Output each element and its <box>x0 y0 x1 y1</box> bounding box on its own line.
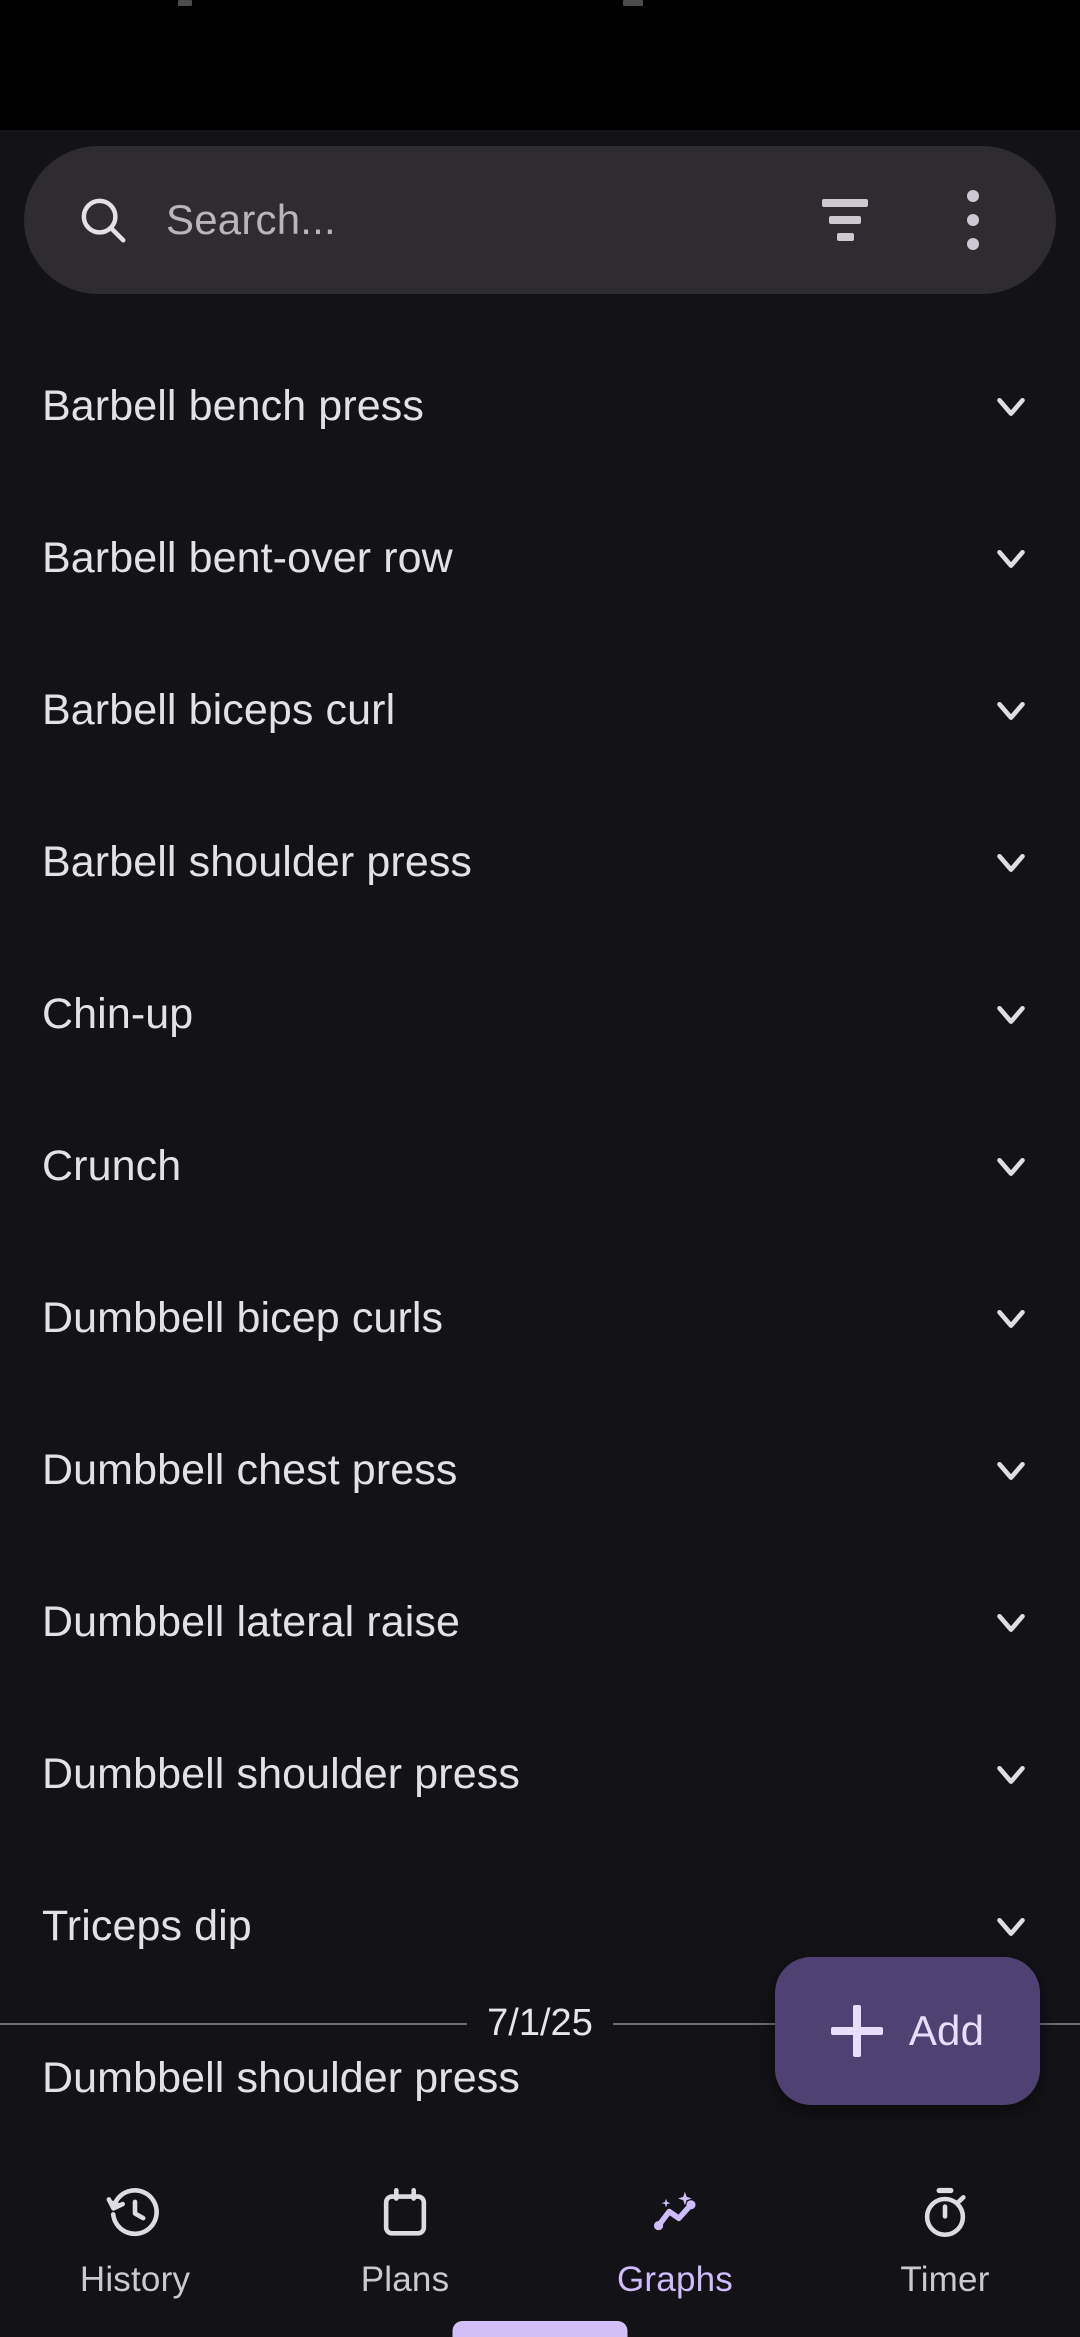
chevron-down-icon[interactable] <box>982 1137 1040 1195</box>
app-root: Search... Barbell bench press Barbell be… <box>0 0 1080 2337</box>
exercise-name: Barbell bench press <box>42 381 424 430</box>
chevron-down-icon[interactable] <box>982 1289 1040 1347</box>
calendar-icon <box>376 2184 434 2242</box>
add-button[interactable]: Add <box>775 1957 1040 2105</box>
chevron-down-icon[interactable] <box>982 985 1040 1043</box>
exercise-name: Dumbbell lateral raise <box>42 1597 461 1646</box>
exercise-list: Barbell bench press Barbell bent-over ro… <box>0 330 1080 2200</box>
list-item[interactable]: Dumbbell shoulder press <box>0 1698 1080 1850</box>
nav-item-history[interactable]: History <box>0 2184 270 2300</box>
nav-item-graphs[interactable]: Graphs <box>540 2184 810 2300</box>
stopwatch-icon <box>916 2184 974 2242</box>
exercise-name: Barbell biceps curl <box>42 685 396 734</box>
exercise-name: Barbell bent-over row <box>42 533 453 582</box>
exercise-name: Dumbbell chest press <box>42 1445 458 1494</box>
search-input[interactable]: Search... <box>166 196 810 244</box>
chevron-down-icon[interactable] <box>982 377 1040 435</box>
list-item[interactable]: Barbell bent-over row <box>0 482 1080 634</box>
chevron-down-icon[interactable] <box>982 529 1040 587</box>
list-item[interactable]: Barbell shoulder press <box>0 786 1080 938</box>
filter-icon[interactable] <box>810 185 880 255</box>
list-item[interactable]: Barbell bench press <box>0 330 1080 482</box>
nav-item-timer[interactable]: Timer <box>810 2184 1080 2300</box>
status-bar-artifact <box>178 0 192 6</box>
home-indicator <box>452 2321 628 2337</box>
exercise-name: Triceps dip <box>42 1901 252 1950</box>
chevron-down-icon[interactable] <box>982 1441 1040 1499</box>
chevron-down-icon[interactable] <box>982 1593 1040 1651</box>
chevron-down-icon[interactable] <box>982 681 1040 739</box>
exercise-name: Chin-up <box>42 989 194 1038</box>
exercise-name: Dumbbell shoulder press <box>42 1749 520 1798</box>
line-chart-sparkle-icon <box>646 2184 704 2242</box>
list-item[interactable]: Dumbbell lateral raise <box>0 1546 1080 1698</box>
bottom-navigation: History Plans Graphs Timer <box>0 2162 1080 2337</box>
chevron-down-icon[interactable] <box>982 1745 1040 1803</box>
search-bar-actions <box>810 183 1010 257</box>
exercise-name: Crunch <box>42 1141 182 1190</box>
list-item[interactable]: Dumbbell chest press <box>0 1394 1080 1546</box>
chevron-down-icon[interactable] <box>982 1897 1040 1955</box>
exercise-name: Dumbbell bicep curls <box>42 1293 444 1342</box>
exercise-name: Barbell shoulder press <box>42 837 473 886</box>
add-button-label: Add <box>908 2007 985 2054</box>
search-bar[interactable]: Search... <box>24 146 1056 294</box>
status-bar-artifact <box>623 0 643 6</box>
chevron-down-icon[interactable] <box>982 833 1040 891</box>
nav-label-history: History <box>79 2260 191 2299</box>
list-item[interactable]: Crunch <box>0 1090 1080 1242</box>
exercise-name: Dumbbell shoulder press <box>42 2053 520 2102</box>
more-vertical-icon[interactable] <box>936 183 1010 257</box>
list-item[interactable]: Dumbbell bicep curls <box>0 1242 1080 1394</box>
search-icon <box>76 193 130 247</box>
nav-label-plans: Plans <box>360 2260 450 2299</box>
nav-item-plans[interactable]: Plans <box>270 2184 540 2300</box>
nav-label-timer: Timer <box>900 2260 990 2299</box>
plus-icon <box>830 2005 883 2057</box>
nav-label-graphs: Graphs <box>617 2260 733 2299</box>
status-bar <box>0 0 1080 130</box>
search-bar-container: Search... <box>0 130 1080 330</box>
list-item[interactable]: Chin-up <box>0 938 1080 1090</box>
history-clock-icon <box>106 2184 164 2242</box>
list-item[interactable]: Barbell biceps curl <box>0 634 1080 786</box>
